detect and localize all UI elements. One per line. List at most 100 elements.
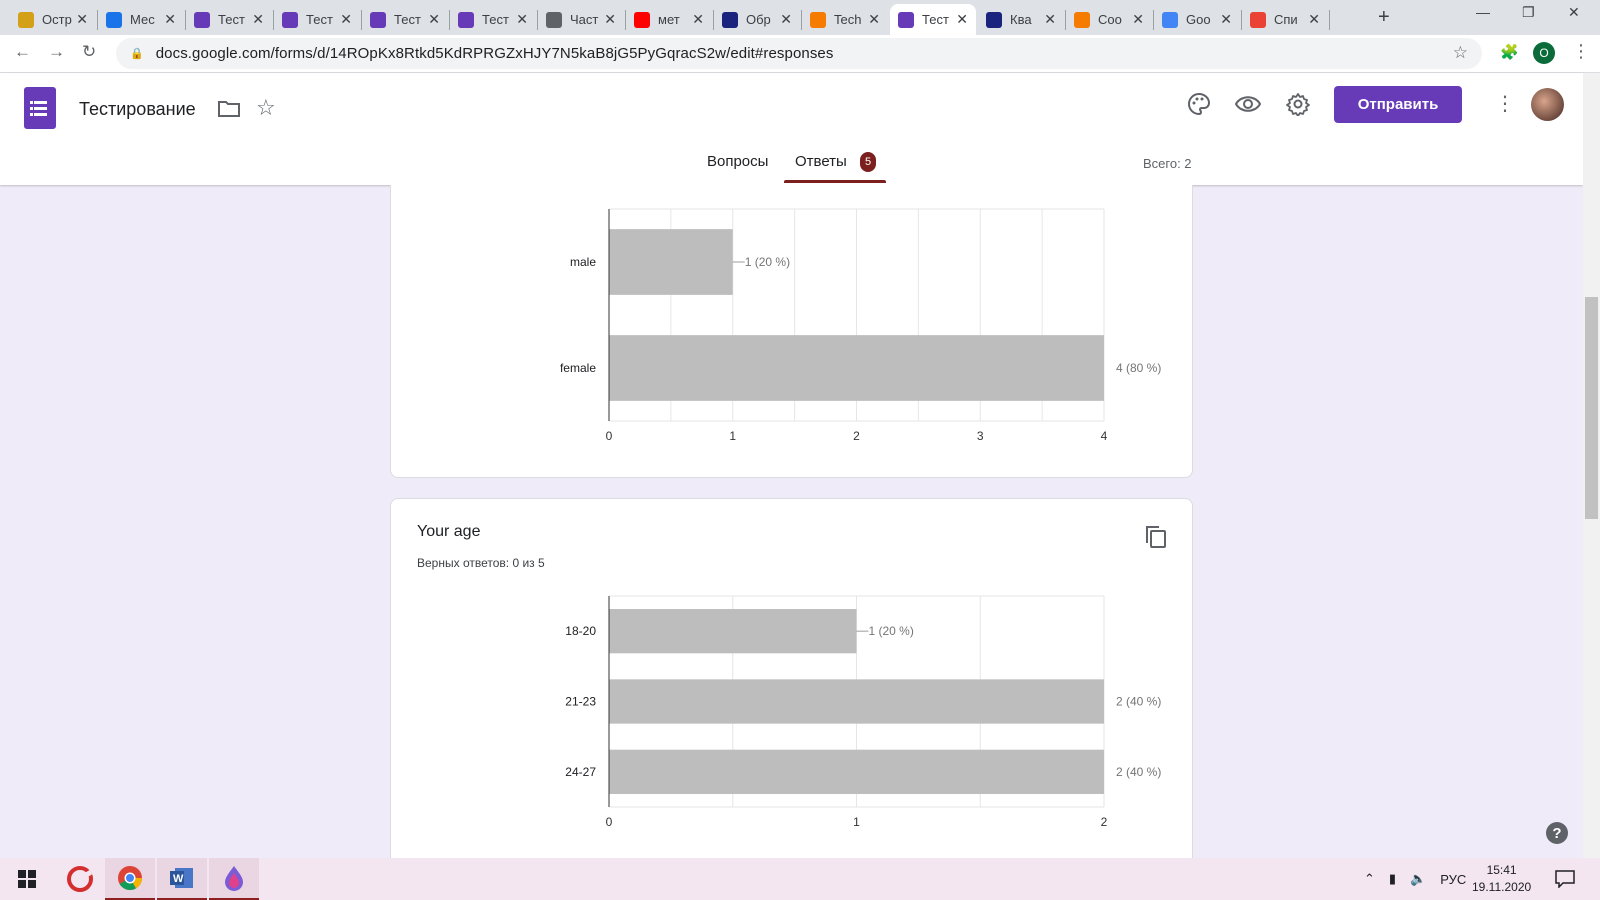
tab-title: Част bbox=[570, 12, 599, 27]
browser-tab[interactable]: Тест ✕ bbox=[362, 4, 448, 35]
volume-icon[interactable]: 🔈 bbox=[1410, 871, 1426, 887]
close-window-button[interactable]: ✕ bbox=[1568, 4, 1580, 21]
tab-favicon-icon bbox=[898, 11, 914, 28]
browser-tab[interactable]: Тест ✕ bbox=[274, 4, 360, 35]
tab-favicon-icon bbox=[370, 11, 386, 28]
tab-title: мет bbox=[658, 12, 680, 27]
tab-close-icon[interactable]: ✕ bbox=[164, 11, 176, 28]
tab-close-icon[interactable]: ✕ bbox=[76, 11, 88, 28]
new-tab-button[interactable]: + bbox=[1378, 6, 1390, 29]
browser-tab[interactable]: Тест ✕ bbox=[450, 4, 536, 35]
tab-title: Ква bbox=[1010, 12, 1032, 27]
tab-close-icon[interactable]: ✕ bbox=[516, 11, 528, 28]
language-indicator[interactable]: РУС bbox=[1440, 872, 1466, 887]
x-tick-label: 0 bbox=[606, 815, 613, 829]
tab-questions[interactable]: Вопросы bbox=[707, 153, 768, 170]
tab-close-icon[interactable]: ✕ bbox=[1044, 11, 1056, 28]
tab-separator bbox=[1329, 10, 1330, 30]
tab-title: Тест bbox=[482, 12, 509, 27]
total-count: Всего: 2 bbox=[1143, 156, 1192, 171]
user-avatar[interactable] bbox=[1531, 88, 1564, 121]
bookmark-star-icon[interactable]: ☆ bbox=[1453, 43, 1468, 63]
more-options-icon[interactable]: ⋮ bbox=[1495, 91, 1515, 116]
bar bbox=[609, 679, 1104, 724]
tab-title: Тест bbox=[306, 12, 333, 27]
tab-responses[interactable]: Ответы bbox=[795, 153, 847, 170]
browser-tab[interactable]: Ква ✕ bbox=[978, 4, 1064, 35]
settings-gear-icon[interactable] bbox=[1285, 91, 1311, 117]
windows-taskbar: W ⌃ ▮ 🔈 РУС 15:41 19.11.2020 bbox=[0, 858, 1600, 900]
browser-tab[interactable]: Goo ✕ bbox=[1154, 4, 1240, 35]
scrollbar-thumb[interactable] bbox=[1585, 297, 1598, 519]
tab-close-icon[interactable]: ✕ bbox=[868, 11, 880, 28]
tab-close-icon[interactable]: ✕ bbox=[428, 11, 440, 28]
browser-tab[interactable]: Tech ✕ bbox=[802, 4, 888, 35]
tab-favicon-icon bbox=[546, 11, 562, 28]
x-tick-label: 1 bbox=[729, 429, 736, 443]
copy-chart-icon[interactable] bbox=[1145, 525, 1167, 554]
word-icon[interactable]: W bbox=[157, 858, 207, 900]
notification-center-icon[interactable] bbox=[1555, 870, 1575, 893]
browser-tab[interactable]: Тест ✕ bbox=[186, 4, 272, 35]
tab-favicon-icon bbox=[458, 11, 474, 28]
forms-logo-icon[interactable] bbox=[24, 87, 56, 129]
data-label: 1 (20 %) bbox=[869, 624, 914, 638]
preview-eye-icon[interactable] bbox=[1235, 91, 1261, 117]
profile-avatar[interactable]: O bbox=[1533, 42, 1555, 64]
browser-tab[interactable]: Спи ✕ bbox=[1242, 4, 1328, 35]
clock[interactable]: 15:41 19.11.2020 bbox=[1472, 862, 1531, 896]
tab-title: Спи bbox=[1274, 12, 1298, 27]
tab-favicon-icon bbox=[1162, 11, 1178, 28]
browser-tab[interactable]: Част ✕ bbox=[538, 4, 624, 35]
tab-close-icon[interactable]: ✕ bbox=[956, 11, 968, 28]
ccleaner-icon[interactable] bbox=[55, 858, 105, 900]
forward-icon[interactable]: → bbox=[48, 42, 65, 62]
send-button[interactable]: Отправить bbox=[1334, 86, 1462, 123]
tab-close-icon[interactable]: ✕ bbox=[604, 11, 616, 28]
tab-close-icon[interactable]: ✕ bbox=[1220, 11, 1232, 28]
battery-icon[interactable]: ▮ bbox=[1389, 871, 1396, 887]
browser-tab[interactable]: Coo ✕ bbox=[1066, 4, 1152, 35]
tab-title: Обр bbox=[746, 12, 771, 27]
star-icon[interactable]: ☆ bbox=[256, 95, 276, 121]
minimize-button[interactable]: — bbox=[1476, 4, 1490, 20]
bar bbox=[609, 229, 733, 295]
tab-favicon-icon bbox=[106, 11, 122, 28]
browser-tab[interactable]: Обр ✕ bbox=[714, 4, 800, 35]
tab-close-icon[interactable]: ✕ bbox=[1132, 11, 1144, 28]
windows-start-icon[interactable] bbox=[2, 858, 52, 900]
folder-icon[interactable] bbox=[218, 99, 240, 122]
tab-favicon-icon bbox=[282, 11, 298, 28]
reload-icon[interactable]: ↻ bbox=[82, 42, 96, 62]
category-label: male bbox=[570, 255, 596, 269]
tab-close-icon[interactable]: ✕ bbox=[780, 11, 792, 28]
browser-toolbar: ← → ↻ 🔒 docs.google.com/forms/d/14ROpKx8… bbox=[0, 35, 1600, 73]
browser-tab[interactable]: Тест ✕ bbox=[890, 4, 976, 35]
maximize-button[interactable]: ❐ bbox=[1522, 4, 1535, 21]
page-scrollbar[interactable] bbox=[1583, 73, 1600, 858]
browser-menu-icon[interactable]: ⋮ bbox=[1572, 41, 1590, 62]
back-icon[interactable]: ← bbox=[14, 42, 31, 62]
paint-app-icon[interactable] bbox=[209, 858, 259, 900]
tab-close-icon[interactable]: ✕ bbox=[692, 11, 704, 28]
tab-favicon-icon bbox=[18, 11, 34, 28]
tab-close-icon[interactable]: ✕ bbox=[252, 11, 264, 28]
age-summary-card: Your age Верных ответов: 0 из 5 18-20 1 (… bbox=[390, 498, 1193, 858]
browser-tab[interactable]: мет ✕ bbox=[626, 4, 712, 35]
x-tick-label: 4 bbox=[1101, 429, 1108, 443]
form-title[interactable]: Тестирование bbox=[79, 99, 196, 120]
help-icon[interactable]: ? bbox=[1546, 822, 1568, 844]
tab-close-icon[interactable]: ✕ bbox=[340, 11, 352, 28]
browser-tab[interactable]: Мес ✕ bbox=[98, 4, 184, 35]
bar bbox=[609, 609, 857, 654]
chevron-up-icon[interactable]: ⌃ bbox=[1364, 871, 1375, 887]
tab-favicon-icon bbox=[194, 11, 210, 28]
chrome-icon[interactable] bbox=[105, 858, 155, 900]
address-bar[interactable]: 🔒 docs.google.com/forms/d/14ROpKx8Rtkd5K… bbox=[116, 38, 1482, 69]
gender-summary-card: male 1 (20 %) female 4 (80 %) 0 1 2 3 4 bbox=[390, 185, 1193, 478]
browser-tab[interactable]: Остр ✕ bbox=[10, 4, 96, 35]
palette-icon[interactable] bbox=[1186, 91, 1212, 117]
correct-answers-count: Верных ответов: 0 из 5 bbox=[417, 556, 545, 570]
extensions-icon[interactable]: 🧩 bbox=[1500, 43, 1519, 61]
tab-close-icon[interactable]: ✕ bbox=[1308, 11, 1320, 28]
